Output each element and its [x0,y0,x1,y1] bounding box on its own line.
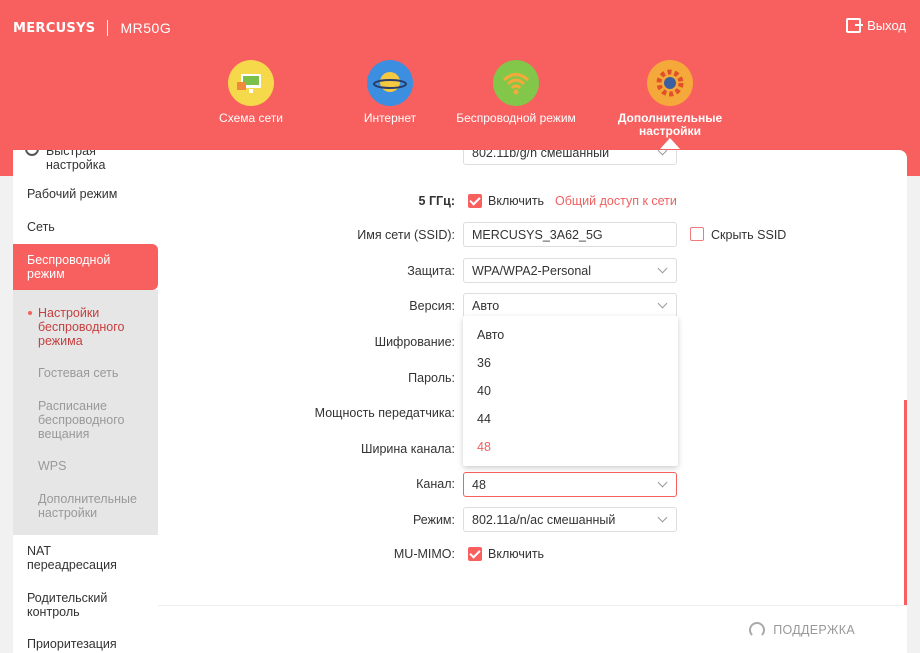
sidebar-submenu: Настройки беспроводного режима Гостевая … [13,290,158,535]
headset-icon [749,622,766,638]
ssid-input[interactable]: MERCUSYS_3A62_5G [463,222,677,247]
channel-select[interactable]: 48 [463,472,677,497]
tx-power-label: Мощность передатчика: [314,406,455,420]
chevron-down-icon [657,263,668,274]
channel-dropdown-list: Авто 36 40 44 48 [463,316,678,466]
channel-label: Канал: [416,477,455,491]
sidebar-item-work-mode[interactable]: Рабочий режим [13,187,158,201]
planet-icon [367,60,413,106]
chevron-down-icon [657,512,668,523]
sidebar-subitem-wireless-settings[interactable]: Настройки беспроводного режима [13,306,158,348]
nav-advanced[interactable]: Дополнительные настройки [605,60,735,138]
top-nav: Схема сети Интернет Беспроводной режим Д… [0,60,920,150]
nav-network-map-label: Схема сети [219,111,283,125]
nav-advanced-label: Дополнительные настройки [617,111,723,138]
sidebar-item-parental[interactable]: Родительский контроль [13,591,158,619]
nav-internet[interactable]: Интернет [325,60,455,125]
enable-5g-label: Включить [488,194,545,208]
version-value: Авто [472,299,500,313]
network-map-icon [228,60,274,106]
clock-icon [25,150,39,156]
password-label: Пароль: [408,371,455,385]
main-panel: 802.11b/g/n смешанный 5 ГГц: Включить Об… [158,150,907,605]
chevron-down-icon [657,477,668,488]
nav-wireless-label: Беспроводной режим [456,111,576,125]
enable-5g-checkbox[interactable] [468,194,482,208]
mumimo-enable-label: Включить [488,547,545,561]
chevron-down-icon [657,298,668,309]
ssid-label: Имя сети (SSID): [357,228,455,242]
support-button[interactable]: ПОДДЕРЖКА [749,622,855,638]
security-value: WPA/WPA2-Personal [472,264,592,278]
mumimo-label: MU-MIMO: [393,547,455,561]
channel-width-label: Ширина канала: [361,442,455,456]
dropdown-option-48[interactable]: 48 [477,440,491,454]
sidebar-item-nat[interactable]: NAT переадресация [13,544,158,572]
scrollbar[interactable] [904,400,907,605]
gear-icon [647,60,693,106]
band-label: 5 ГГц: [418,194,455,208]
sidebar: Быстрая настройка Рабочий режим Сеть Бес… [13,150,158,653]
sidebar-subitem-wireless-schedule[interactable]: Расписание беспроводного вещания [13,399,158,441]
mode-5g-value: 802.11a/n/ac смешанный [472,513,616,527]
sidebar-subitem-guest-network[interactable]: Гостевая сеть [13,366,158,380]
brand-name: MERCUSYS [13,20,96,36]
sidebar-subitem-wps[interactable]: WPS [13,459,158,473]
security-select[interactable]: WPA/WPA2-Personal [463,258,677,283]
dropdown-option-44[interactable]: 44 [477,412,491,426]
version-select[interactable]: Авто [463,293,677,318]
encryption-label: Шифрование: [374,335,455,349]
hide-ssid-label: Скрыть SSID [711,228,787,242]
mumimo-checkbox[interactable] [468,547,482,561]
logo: MERCUSYS MR50G [13,20,171,36]
logout-button[interactable]: Выход [846,18,906,33]
hide-ssid-checkbox[interactable] [690,227,704,241]
mode-24-select[interactable]: 802.11b/g/n смешанный [463,150,677,165]
version-label: Версия: [409,299,455,313]
security-label: Защита: [407,264,455,278]
logo-separator [107,20,109,36]
nav-wireless[interactable]: Беспроводной режим [451,60,581,125]
model-name: MR50G [120,20,172,36]
sidebar-item-quick-setup[interactable]: Быстрая настройка [13,150,158,172]
channel-value: 48 [472,478,486,492]
footer: ПОДДЕРЖКА [158,605,907,653]
sidebar-item-network[interactable]: Сеть [13,220,158,234]
share-network-link[interactable]: Общий доступ к сети [555,194,677,208]
nav-network-map[interactable]: Схема сети [186,60,316,125]
dropdown-option-auto[interactable]: Авто [477,328,504,342]
sidebar-item-wireless[interactable]: Беспроводной режим [13,244,158,290]
mode-5g-select[interactable]: 802.11a/n/ac смешанный [463,507,677,532]
support-label: ПОДДЕРЖКА [773,623,855,637]
wifi-icon [493,60,539,106]
nav-active-pointer [660,138,680,149]
sidebar-subitem-advanced[interactable]: Дополнительные настройки [13,492,158,520]
sidebar-item-qos[interactable]: Приоритезация [13,637,158,651]
mode-24-value: 802.11b/g/n смешанный [472,150,610,160]
sidebar-item-label: Быстрая настройка [46,150,106,172]
chevron-down-icon [657,150,668,156]
dropdown-option-40[interactable]: 40 [477,384,491,398]
logout-label: Выход [867,18,906,33]
mode-label: Режим: [412,513,455,527]
logout-icon [846,18,864,33]
dropdown-option-36[interactable]: 36 [477,356,491,370]
nav-internet-label: Интернет [363,111,417,125]
